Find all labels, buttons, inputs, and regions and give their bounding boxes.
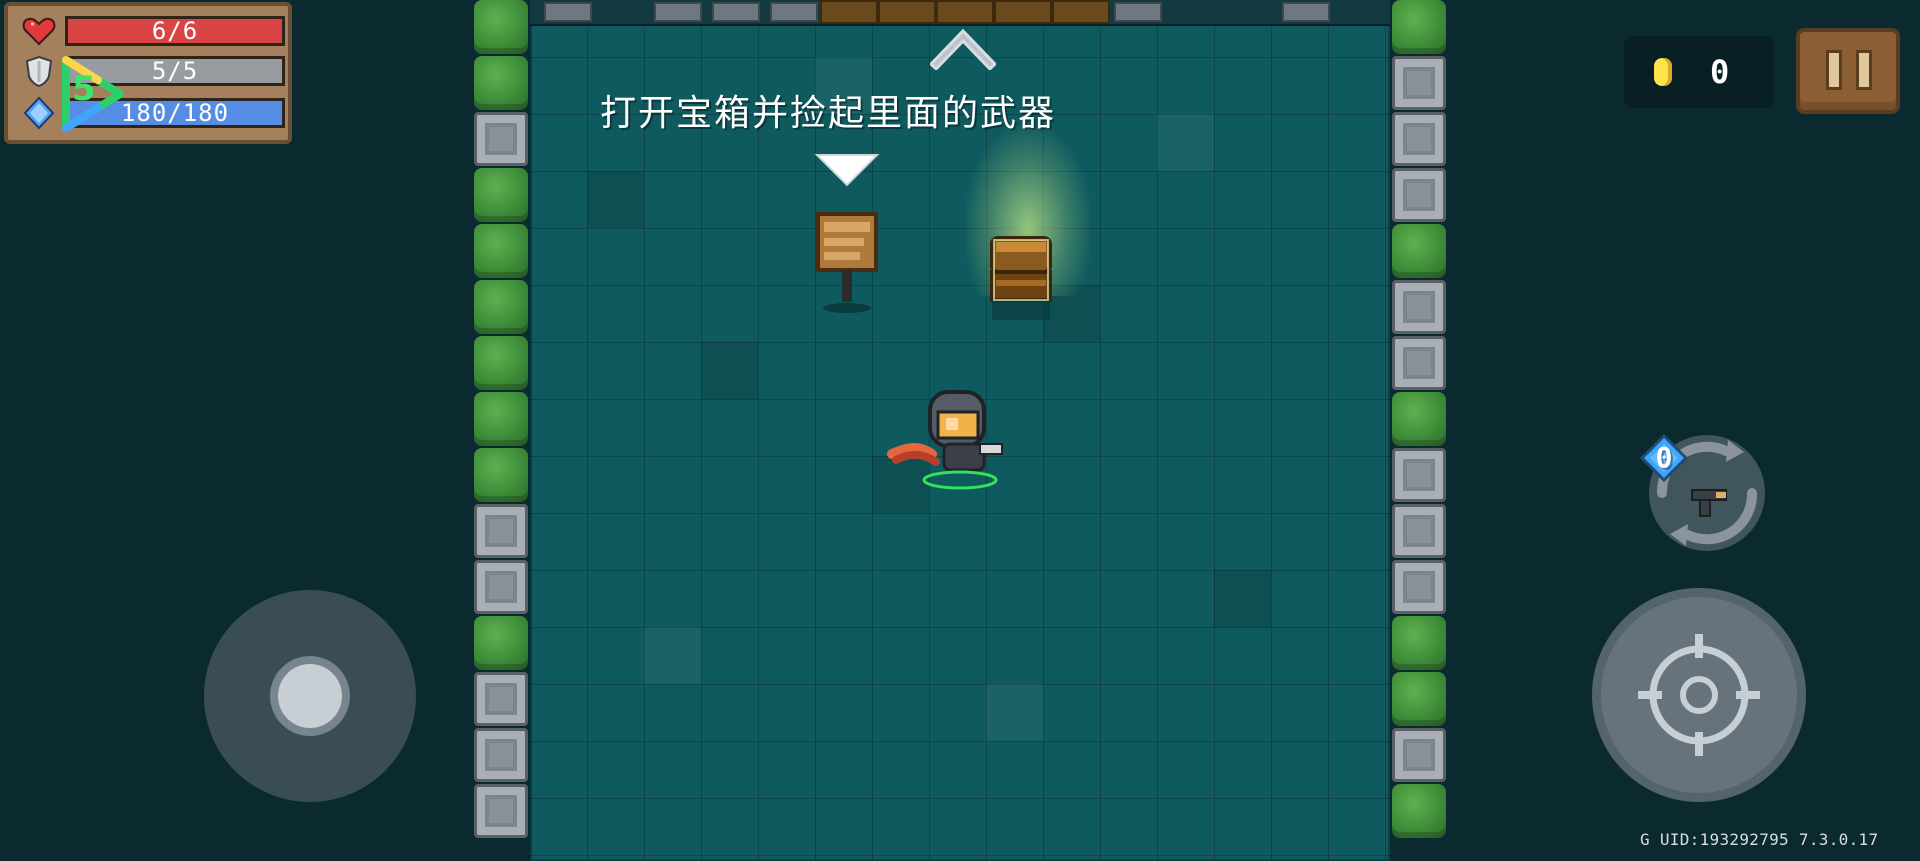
wall-stone	[712, 2, 760, 22]
stone-block	[1392, 112, 1446, 166]
coin-icon	[1654, 58, 1672, 86]
stone-block	[1392, 280, 1446, 334]
wall-stone	[1114, 2, 1162, 22]
stone-block	[1392, 728, 1446, 782]
bush-block	[474, 56, 528, 110]
floor-tile	[1157, 114, 1214, 171]
top-wall	[530, 0, 1390, 26]
stone-block	[474, 672, 528, 726]
top-crate	[878, 0, 936, 24]
stone-block	[474, 112, 528, 166]
wall-stone	[544, 2, 592, 22]
wall-stone	[1282, 2, 1330, 22]
tutorial-instruction: 打开宝箱并捡起里面的武器	[600, 93, 1057, 134]
player-character	[887, 390, 1003, 490]
bush-block	[474, 392, 528, 446]
uid-text: G UID:193292795 7.3.0.17	[1640, 830, 1879, 849]
heart-icon	[22, 17, 56, 46]
stone-block	[474, 784, 528, 838]
floor-tile	[587, 171, 644, 228]
bush-block	[474, 616, 528, 670]
left-wall	[472, 0, 530, 861]
armor-text: 5/5	[151, 57, 199, 85]
weapon-slot-count: 0	[1655, 441, 1673, 474]
bush-block	[1392, 224, 1446, 278]
chevron-up-icon	[930, 28, 996, 70]
stone-block	[474, 728, 528, 782]
stone-block	[1392, 168, 1446, 222]
sign-post-icon[interactable]	[806, 204, 888, 314]
movement-joystick[interactable]	[204, 590, 416, 802]
game-screen: 6/6 5/5 180/180 5 0 打开宝箱并捡起里面的武器 0 G UID…	[0, 0, 1920, 861]
status-panel: 6/6 5/5 180/180 5	[4, 2, 292, 144]
attack-button[interactable]	[1592, 588, 1806, 802]
stone-block	[474, 504, 528, 558]
triangle-down-icon	[814, 154, 880, 187]
top-crate	[936, 0, 994, 24]
shield-icon	[25, 55, 53, 88]
top-crate	[1052, 0, 1110, 24]
bush-block	[1392, 0, 1446, 54]
stone-block	[1392, 448, 1446, 502]
bush-block	[1392, 392, 1446, 446]
stone-block	[1392, 336, 1446, 390]
bush-block	[1392, 672, 1446, 726]
floor-tile	[986, 684, 1043, 741]
bush-block	[474, 280, 528, 334]
hp-text: 6/6	[151, 17, 199, 45]
coin-value: 0	[1710, 53, 1730, 91]
level-badge-text: 5	[72, 69, 96, 109]
stone-block	[474, 560, 528, 614]
coin-counter: 0	[1624, 36, 1774, 108]
bush-block	[474, 224, 528, 278]
stone-block	[1392, 56, 1446, 110]
bush-block	[474, 168, 528, 222]
bush-block	[474, 336, 528, 390]
bush-block	[1392, 784, 1446, 838]
floor-tile	[644, 627, 701, 684]
hp-bar: 6/6	[65, 16, 285, 46]
bush-block	[474, 0, 528, 54]
pause-button[interactable]	[1796, 28, 1900, 114]
bush-block	[474, 448, 528, 502]
floor-tile	[1214, 570, 1271, 627]
movement-joystick-thumb[interactable]	[278, 664, 342, 728]
stone-block	[1392, 560, 1446, 614]
energy-text: 180/180	[120, 99, 230, 127]
bush-block	[1392, 616, 1446, 670]
wall-stone	[654, 2, 702, 22]
wall-stone	[770, 2, 818, 22]
floor-tile	[701, 342, 758, 399]
right-wall	[1390, 0, 1448, 861]
top-crate	[820, 0, 878, 24]
stone-block	[1392, 504, 1446, 558]
treasure-chest-icon[interactable]	[986, 232, 1056, 332]
top-crate	[994, 0, 1052, 24]
diamond-icon	[23, 96, 55, 130]
